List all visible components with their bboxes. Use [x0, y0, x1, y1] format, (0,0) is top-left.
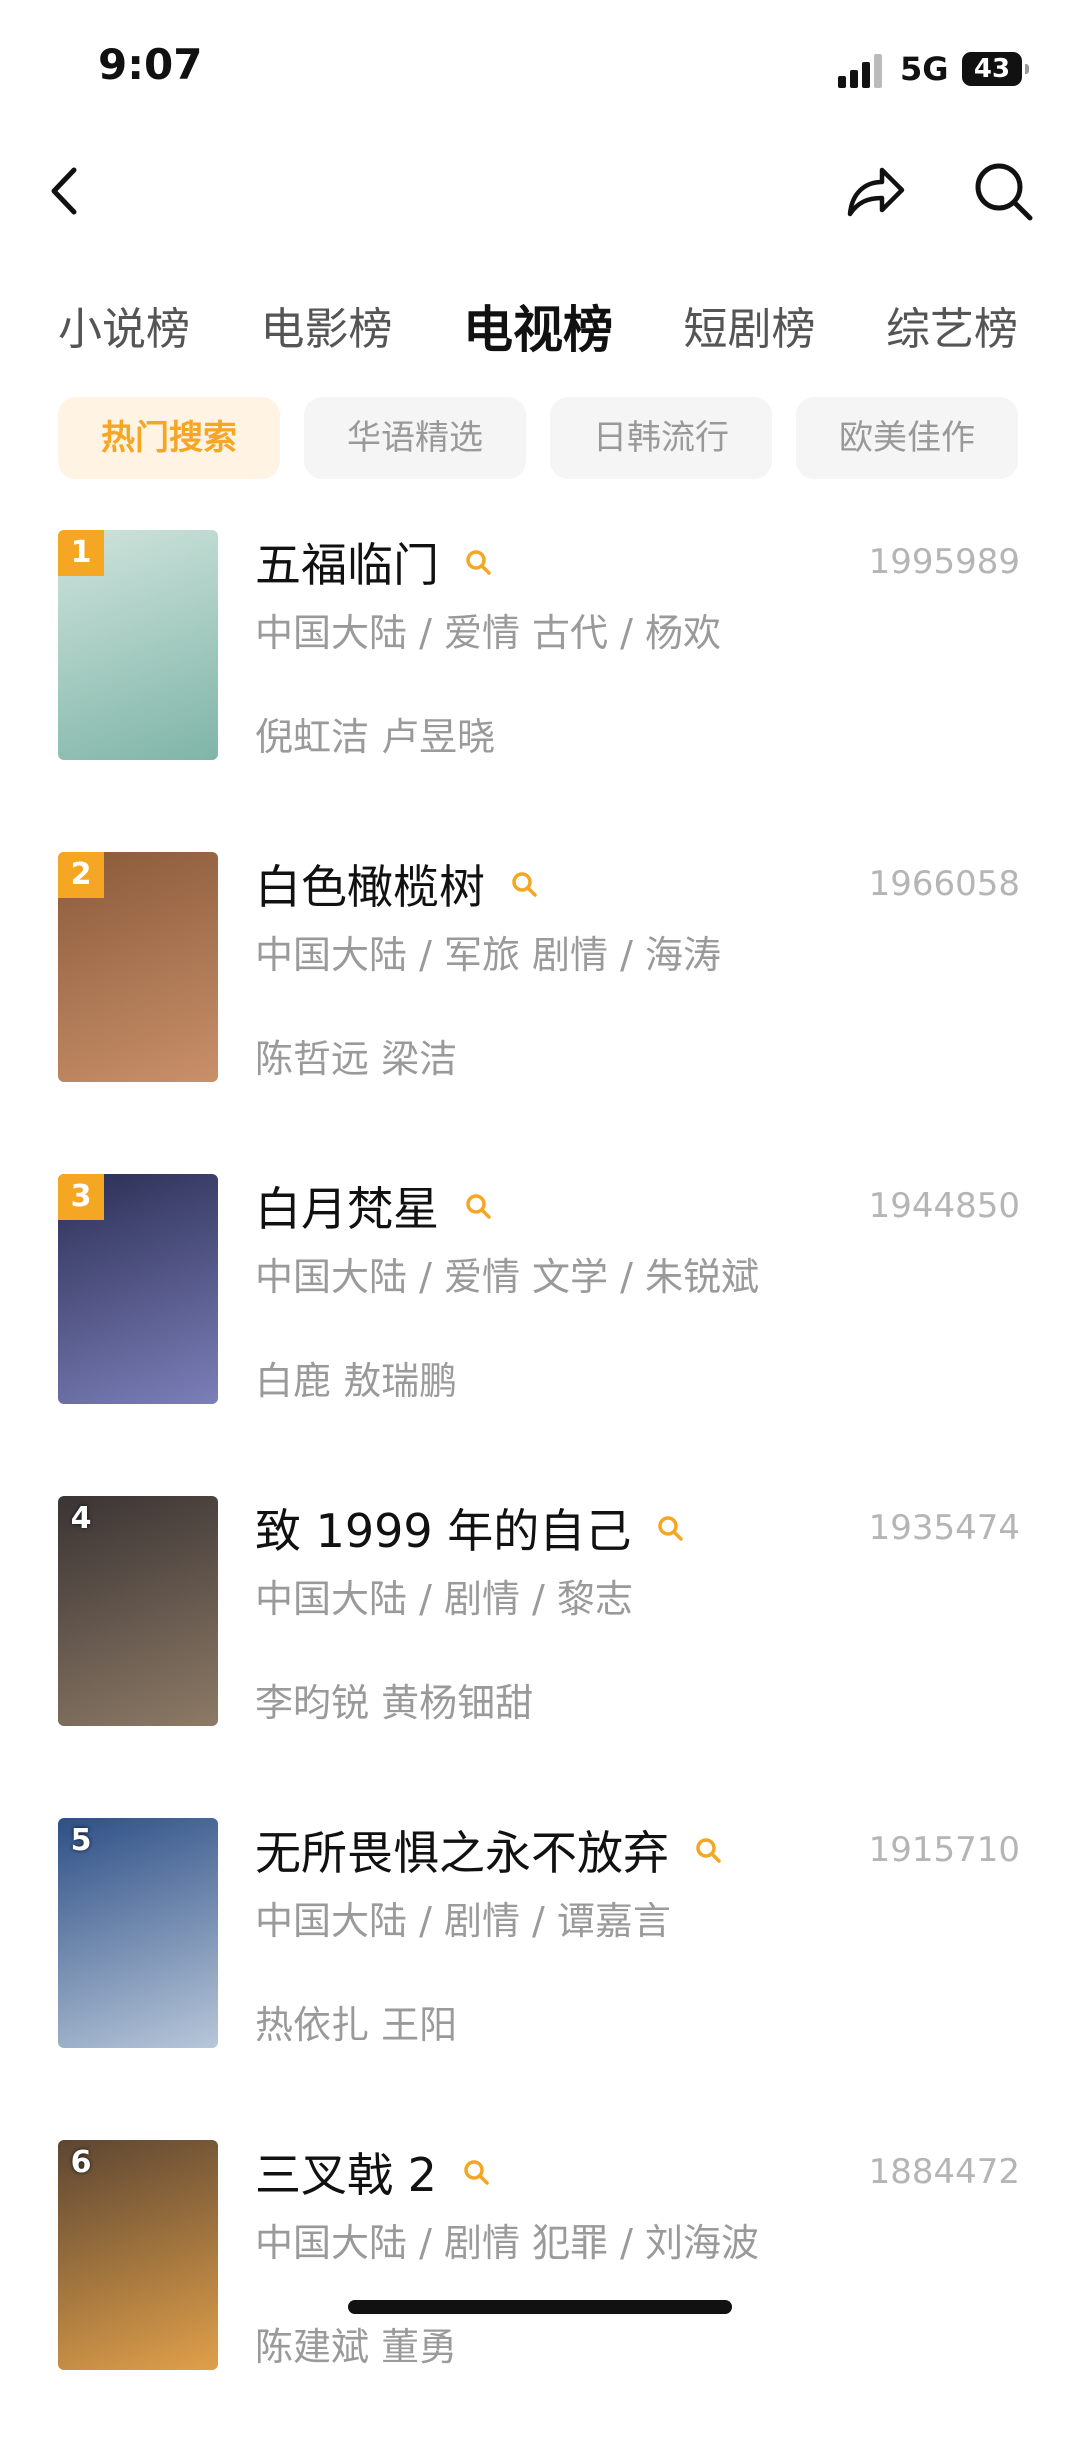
chip-japan-korea[interactable]: 日韩流行	[550, 397, 772, 479]
list-item[interactable]: 4 致 1999 年的自己 1935474 中国大陆 / 剧情 / 黎志 李昀锐…	[0, 1496, 1080, 1818]
rank-badge: 6	[70, 2145, 92, 2180]
item-title[interactable]: 无所畏惧之永不放弃	[255, 1817, 669, 1883]
item-cast: 李昀锐 黄杨钿甜	[255, 1681, 534, 1725]
search-count: 1884472	[868, 2152, 1020, 2192]
item-cast: 白鹿 敖瑞鹏	[255, 1359, 458, 1403]
tab-variety[interactable]: 综艺榜	[886, 290, 1018, 370]
list-item[interactable]: 1 五福临门 1995989 中国大陆 / 爱情 古代 / 杨欢 倪虹洁 卢昱晓	[0, 530, 1080, 852]
item-meta: 中国大陆 / 剧情 犯罪 / 刘海波	[255, 2221, 760, 2265]
tab-novel[interactable]: 小说榜	[58, 290, 190, 370]
item-cast: 倪虹洁 卢昱晓	[255, 715, 496, 759]
top-nav	[0, 140, 1080, 240]
poster-image[interactable]: 3	[58, 1174, 218, 1404]
status-time: 9:07	[98, 40, 203, 89]
poster-image[interactable]: 2	[58, 852, 218, 1082]
item-title[interactable]: 致 1999 年的自己	[255, 1495, 631, 1561]
item-title[interactable]: 白色橄榄树	[255, 851, 485, 917]
rank-badge: 4	[70, 1501, 92, 1536]
share-icon[interactable]	[840, 156, 910, 226]
search-icon[interactable]	[968, 156, 1038, 226]
item-meta: 中国大陆 / 剧情 / 谭嘉言	[255, 1899, 671, 1943]
search-count: 1915710	[868, 1830, 1020, 1870]
rank-badge: 3	[58, 1174, 104, 1220]
search-count: 1995989	[868, 542, 1020, 582]
search-icon[interactable]	[693, 1835, 723, 1865]
search-icon[interactable]	[461, 2157, 491, 2187]
item-meta: 中国大陆 / 爱情 文学 / 朱锐斌	[255, 1255, 760, 1299]
poster-image[interactable]: 5	[58, 1818, 218, 2048]
poster-image[interactable]: 4	[58, 1496, 218, 1726]
chevron-left-icon[interactable]	[30, 156, 100, 226]
item-title[interactable]: 三叉戟 2	[255, 2139, 437, 2205]
list-item[interactable]: 3 白月梵星 1944850 中国大陆 / 爱情 文学 / 朱锐斌 白鹿 敖瑞鹏	[0, 1174, 1080, 1496]
item-title[interactable]: 白月梵星	[255, 1173, 439, 1239]
search-count: 1935474	[868, 1508, 1020, 1548]
chip-hot-search[interactable]: 热门搜索	[58, 397, 280, 479]
poster-image[interactable]: 1	[58, 530, 218, 760]
list-item[interactable]: 2 白色橄榄树 1966058 中国大陆 / 军旅 剧情 / 海涛 陈哲远 梁洁	[0, 852, 1080, 1174]
search-count: 1966058	[868, 864, 1020, 904]
signal-icon	[838, 52, 888, 88]
search-icon[interactable]	[655, 1513, 685, 1543]
search-icon[interactable]	[463, 547, 493, 577]
filter-chips: 热门搜索 华语精选 日韩流行 欧美佳作	[58, 397, 1018, 479]
chip-chinese-picks[interactable]: 华语精选	[304, 397, 526, 479]
rank-badge: 1	[58, 530, 104, 576]
rank-badge: 5	[70, 1823, 92, 1858]
category-tabs: 小说榜 电影榜 电视榜 短剧榜 综艺榜	[58, 290, 1018, 370]
battery-icon: 43	[962, 52, 1029, 86]
poster-image[interactable]: 6	[58, 2140, 218, 2370]
search-icon[interactable]	[509, 869, 539, 899]
item-cast: 热依扎 王阳	[255, 2003, 458, 2047]
list-item[interactable]: 5 无所畏惧之永不放弃 1915710 中国大陆 / 剧情 / 谭嘉言 热依扎 …	[0, 1818, 1080, 2140]
search-count: 1944850	[868, 1186, 1020, 1226]
tab-tv[interactable]: 电视榜	[463, 290, 613, 370]
tab-movie[interactable]: 电影榜	[261, 290, 393, 370]
home-indicator[interactable]	[348, 2300, 732, 2314]
status-bar: 9:07 5G 43	[0, 0, 1080, 130]
item-meta: 中国大陆 / 剧情 / 黎志	[255, 1577, 633, 1621]
item-meta: 中国大陆 / 军旅 剧情 / 海涛	[255, 933, 722, 977]
item-cast: 陈哲远 梁洁	[255, 1037, 458, 1081]
network-type: 5G	[900, 50, 949, 88]
item-cast: 陈建斌 董勇	[255, 2325, 458, 2369]
tab-short-drama[interactable]: 短剧榜	[684, 290, 816, 370]
item-meta: 中国大陆 / 爱情 古代 / 杨欢	[255, 611, 722, 655]
rank-badge: 2	[58, 852, 104, 898]
search-icon[interactable]	[463, 1191, 493, 1221]
item-title[interactable]: 五福临门	[255, 529, 439, 595]
chip-western[interactable]: 欧美佳作	[796, 397, 1018, 479]
